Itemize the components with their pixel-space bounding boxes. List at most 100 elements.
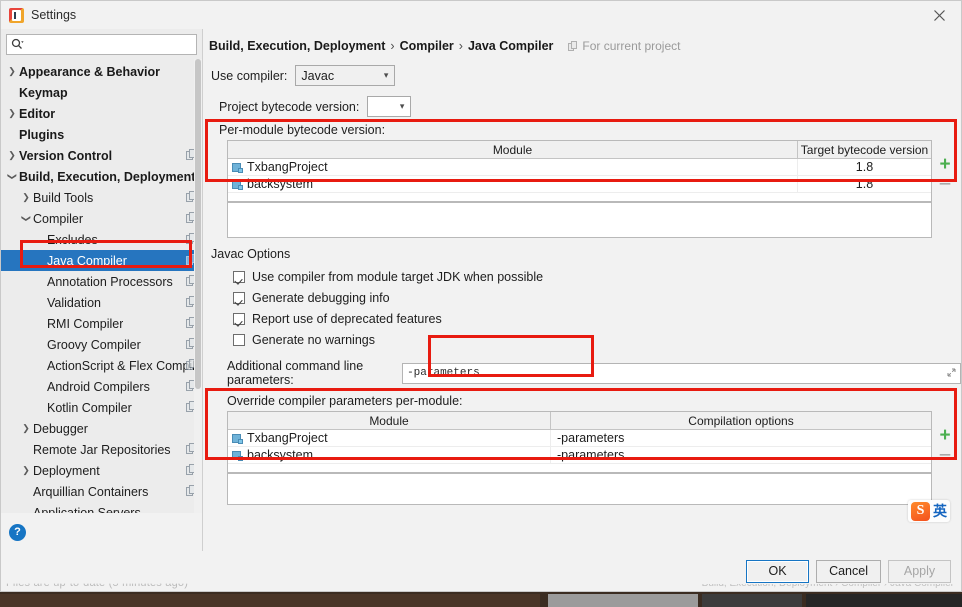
table-row[interactable]: backsystem -parameters bbox=[228, 447, 931, 464]
project-bytecode-row: Project bytecode version: ▾ bbox=[219, 96, 961, 117]
chevron-right-icon[interactable]: ❯ bbox=[5, 66, 19, 77]
table-header: Module Compilation options bbox=[228, 412, 931, 430]
sidebar-item-label: Java Compiler bbox=[47, 253, 127, 268]
override-params-extra-panel bbox=[227, 473, 932, 505]
sidebar-item-excludes[interactable]: Excludes bbox=[1, 229, 202, 250]
sidebar-item-label: Version Control bbox=[19, 148, 113, 163]
ime-indicator[interactable]: S 英 bbox=[908, 500, 950, 522]
sidebar-item-application-servers[interactable]: Application Servers bbox=[1, 502, 202, 514]
chevron-right-icon[interactable]: ❯ bbox=[5, 108, 19, 119]
sidebar-item-build-tools[interactable]: ❯ Build Tools bbox=[1, 187, 202, 208]
column-header-module[interactable]: Module bbox=[228, 412, 551, 429]
search-input[interactable] bbox=[24, 35, 192, 54]
sidebar-item-version-control[interactable]: ❯ Version Control bbox=[1, 145, 202, 166]
close-icon[interactable] bbox=[917, 1, 961, 29]
breadcrumb-part-1[interactable]: Build, Execution, Deployment bbox=[209, 39, 385, 53]
sidebar-item-label: Editor bbox=[19, 106, 56, 121]
sidebar-item-arquillian-containers[interactable]: Arquillian Containers bbox=[1, 481, 202, 502]
sidebar-item-rmi-compiler[interactable]: RMI Compiler bbox=[1, 313, 202, 334]
cell-target-bytecode-version: 1.8 bbox=[798, 176, 931, 193]
sogou-logo-icon: S bbox=[911, 501, 930, 521]
sidebar-item-keymap[interactable]: Keymap bbox=[1, 82, 202, 103]
module-name: backsystem bbox=[247, 177, 313, 191]
table-row[interactable]: TxbangProject 1.8 bbox=[228, 159, 931, 176]
sidebar-item-groovy-compiler[interactable]: Groovy Compiler bbox=[1, 334, 202, 355]
intellij-idea-icon bbox=[9, 7, 24, 23]
sidebar-item-java-compiler[interactable]: Java Compiler bbox=[1, 250, 202, 271]
sidebar-item-validation[interactable]: Validation bbox=[1, 292, 202, 313]
chevron-right-icon[interactable]: ❯ bbox=[5, 150, 19, 161]
title-bar: Settings bbox=[1, 1, 961, 29]
remove-module-button[interactable]: – bbox=[940, 174, 951, 193]
javac-checkbox-group: Use compiler from module target JDK when… bbox=[233, 266, 961, 350]
cancel-button[interactable]: Cancel bbox=[816, 559, 881, 583]
sidebar-item-deployment[interactable]: ❯ Deployment bbox=[1, 460, 202, 481]
sidebar-item-debugger[interactable]: ❯ Debugger bbox=[1, 418, 202, 439]
table-row[interactable]: backsystem 1.8 bbox=[228, 176, 931, 193]
per-module-bytecode-table[interactable]: Module Target bytecode version TxbangPro… bbox=[227, 140, 932, 202]
ok-button[interactable]: OK bbox=[746, 559, 810, 583]
add-override-button[interactable]: + bbox=[939, 426, 950, 445]
checkbox-1[interactable] bbox=[233, 291, 245, 304]
expand-icon[interactable] bbox=[947, 368, 956, 381]
chevron-down-icon[interactable]: ❯ bbox=[7, 170, 18, 184]
sidebar-footer: ? bbox=[1, 513, 202, 551]
checkbox-2[interactable] bbox=[233, 312, 245, 325]
breadcrumb-separator-1: › bbox=[390, 39, 395, 53]
project-bytecode-select[interactable]: ▾ bbox=[367, 96, 412, 117]
checkbox-label: Generate debugging info bbox=[252, 290, 390, 305]
table-row[interactable]: TxbangProject -parameters bbox=[228, 430, 931, 447]
javac-checkbox-row[interactable]: Generate no warnings bbox=[233, 329, 961, 350]
search-box[interactable] bbox=[6, 34, 197, 55]
module-name: backsystem bbox=[247, 448, 313, 462]
override-params-table[interactable]: Module Compilation options TxbangProject… bbox=[227, 411, 932, 473]
taskbar-segment-3 bbox=[702, 594, 802, 607]
chevron-right-icon[interactable]: ❯ bbox=[19, 423, 33, 434]
help-icon[interactable]: ? bbox=[9, 523, 26, 541]
remove-override-button[interactable]: – bbox=[940, 445, 951, 464]
column-header-compilation-options[interactable]: Compilation options bbox=[551, 412, 931, 429]
ime-mode-label[interactable]: 英 bbox=[933, 501, 947, 521]
sidebar-item-actionscript-flex-compiler[interactable]: ActionScript & Flex Compiler bbox=[1, 355, 202, 376]
use-compiler-select[interactable]: Javac ▾ bbox=[295, 65, 396, 86]
breadcrumb-part-3[interactable]: Java Compiler bbox=[468, 39, 553, 53]
scope-indicator: For current project bbox=[568, 39, 680, 53]
sidebar-item-label: Compiler bbox=[33, 211, 84, 226]
sidebar-item-build-execution-deployment[interactable]: ❯ Build, Execution, Deployment bbox=[1, 166, 202, 187]
additional-params-input[interactable]: -parameters bbox=[402, 362, 961, 384]
sidebar-item-label: Build Tools bbox=[33, 190, 94, 205]
sidebar-item-plugins[interactable]: Plugins bbox=[1, 124, 202, 145]
sidebar-item-label: Excludes bbox=[47, 232, 98, 247]
javac-checkbox-row[interactable]: Use compiler from module target JDK when… bbox=[233, 266, 961, 287]
apply-button[interactable]: Apply bbox=[888, 559, 951, 583]
module-icon bbox=[232, 162, 243, 173]
sidebar-scrollbar[interactable] bbox=[194, 59, 202, 513]
settings-tree[interactable]: ❯ Appearance & Behavior Keymap ❯ Editor Plugi… bbox=[1, 59, 202, 513]
search-icon bbox=[11, 38, 24, 51]
column-header-target-bytecode[interactable]: Target bytecode version bbox=[798, 141, 931, 158]
chevron-right-icon[interactable]: ❯ bbox=[19, 192, 33, 203]
use-compiler-label: Use compiler: bbox=[211, 68, 288, 83]
sidebar-item-label: ActionScript & Flex Compiler bbox=[47, 358, 198, 373]
sidebar-item-android-compilers[interactable]: Android Compilers bbox=[1, 376, 202, 397]
breadcrumb-part-2[interactable]: Compiler bbox=[400, 39, 454, 53]
sidebar-item-remote-jar-repositories[interactable]: Remote Jar Repositories bbox=[1, 439, 202, 460]
javac-checkbox-row[interactable]: Generate debugging info bbox=[233, 287, 961, 308]
sidebar-item-annotation-processors[interactable]: Annotation Processors bbox=[1, 271, 202, 292]
chevron-right-icon[interactable]: ❯ bbox=[19, 465, 33, 476]
sidebar-item-label: Plugins bbox=[19, 127, 65, 142]
chevron-down-icon[interactable]: ❯ bbox=[21, 212, 32, 226]
sidebar-item-editor[interactable]: ❯ Editor bbox=[1, 103, 202, 124]
table-empty-space bbox=[228, 464, 931, 472]
checkbox-3[interactable] bbox=[233, 333, 245, 346]
sidebar-scrollbar-thumb[interactable] bbox=[195, 59, 201, 389]
sidebar-item-compiler[interactable]: ❯ Compiler bbox=[1, 208, 202, 229]
javac-checkbox-row[interactable]: Report use of deprecated features bbox=[233, 308, 961, 329]
sidebar-item-kotlin-compiler[interactable]: Kotlin Compiler bbox=[1, 397, 202, 418]
sidebar-item-appearance-behavior[interactable]: ❯ Appearance & Behavior bbox=[1, 61, 202, 82]
override-params-table-wrap: Module Compilation options TxbangProject… bbox=[227, 411, 961, 473]
per-module-bytecode-extra-panel bbox=[227, 202, 932, 238]
checkbox-0[interactable] bbox=[233, 270, 245, 283]
add-module-button[interactable]: + bbox=[939, 155, 950, 174]
column-header-module[interactable]: Module bbox=[228, 141, 798, 158]
